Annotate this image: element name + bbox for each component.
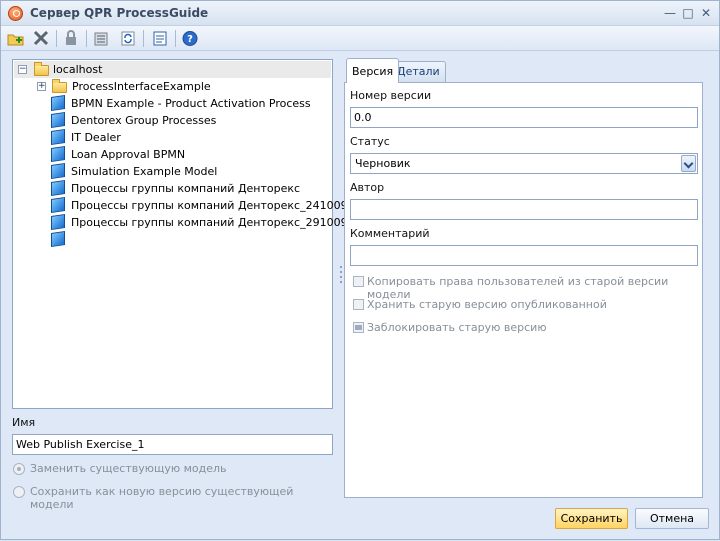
comment-label: Комментарий [350,227,430,240]
model-cube-icon [51,95,65,111]
model-tree[interactable]: − localhost + ProcessInterfaceExample BP… [12,59,348,409]
tab-details[interactable]: Детали [391,61,446,82]
minimize-button[interactable]: — [662,5,678,21]
right-panel: Версия Детали Номер версии 0.0 Статус Че… [344,58,708,498]
name-label: Имя [12,416,36,429]
dialog-window: Сервер QPR ProcessGuide — □ ✕ ? − localh… [0,0,720,540]
tree-item-label: localhost [53,63,103,76]
keep-published-checkbox[interactable] [353,299,364,310]
new-version-label: Сохранить как новую версию существующей … [30,485,294,511]
comment-input[interactable] [350,245,698,266]
model-cube-icon [51,112,65,128]
toolbar-separator [56,30,57,47]
toolbar-separator [143,30,144,47]
model-cube-icon [51,129,65,145]
save-button[interactable]: Сохранить [555,508,628,529]
tree-item-label: Процессы группы компаний Денторекс_29100… [71,216,348,229]
lock-old-checkbox[interactable] [353,322,364,333]
title-bar: Сервер QPR ProcessGuide — □ ✕ [1,1,719,26]
replace-model-label: Заменить существующую модель [30,462,227,475]
name-input[interactable]: Web Publish Exercise_1 [12,434,333,455]
close-button[interactable]: ✕ [698,5,714,21]
maximize-button[interactable]: □ [680,5,696,21]
tree-root-localhost[interactable]: − localhost [14,61,331,78]
copy-rights-checkbox[interactable] [353,276,364,287]
tree-item-label: IT Dealer [71,131,121,144]
model-cube-icon [51,214,65,230]
tree-item-label: BPMN Example - Product Activation Proces… [71,97,311,110]
tree-item-label: Dentorex Group Processes [71,114,217,127]
version-tab-body: Номер версии 0.0 Статус Черновик Автор К… [344,82,703,498]
tree-item-label: Процессы группы компаний Денторекс [71,182,301,195]
chevron-down-icon[interactable] [681,155,696,172]
refresh-icon[interactable] [118,29,138,48]
keep-published-label: Хранить старую версию опубликованной [367,298,607,311]
status-value: Черновик [355,157,411,170]
properties-icon[interactable] [91,29,111,48]
app-logo-icon [8,6,23,21]
status-label: Статус [350,135,390,148]
status-dropdown[interactable]: Черновик [350,153,698,174]
tree-item-label: Simulation Example Model [71,165,218,178]
author-label: Автор [350,181,385,194]
expand-icon[interactable]: + [37,82,46,91]
folder-icon [52,79,67,93]
model-cube-icon [51,231,65,247]
document-icon[interactable] [150,29,170,48]
tab-version[interactable]: Версия [346,58,400,83]
model-cube-icon [51,163,65,179]
model-cube-icon [51,146,65,162]
tab-strip: Версия Детали [344,58,708,83]
model-cube-icon [51,180,65,196]
author-input[interactable] [350,199,698,220]
toolbar: ? [1,26,719,51]
new-version-radio[interactable] [13,486,25,498]
version-number-input[interactable]: 0.0 [350,107,698,128]
delete-icon[interactable] [31,29,51,48]
toolbar-separator [175,30,176,47]
left-panel: − localhost + ProcessInterfaceExample BP… [1,52,348,541]
tree-item-label: Процессы группы компаний Денторекс_24100… [71,199,348,212]
version-number-label: Номер версии [350,89,432,102]
collapse-icon[interactable]: − [18,65,27,74]
add-folder-icon[interactable] [6,29,26,48]
toolbar-separator [86,30,87,47]
lock-icon[interactable] [61,29,81,48]
tree-item-label: ProcessInterfaceExample [72,80,211,93]
tree-item-label: Loan Approval BPMN [71,148,186,161]
folder-icon [34,62,49,76]
help-icon[interactable]: ? [180,29,200,48]
svg-text:?: ? [187,34,193,45]
panel-splitter[interactable] [339,52,343,501]
cancel-button[interactable]: Отмена [635,508,709,529]
model-cube-icon [51,197,65,213]
lock-old-label: Заблокировать старую версию [367,321,547,334]
window-title: Сервер QPR ProcessGuide [30,6,209,20]
replace-model-radio[interactable] [13,463,25,475]
